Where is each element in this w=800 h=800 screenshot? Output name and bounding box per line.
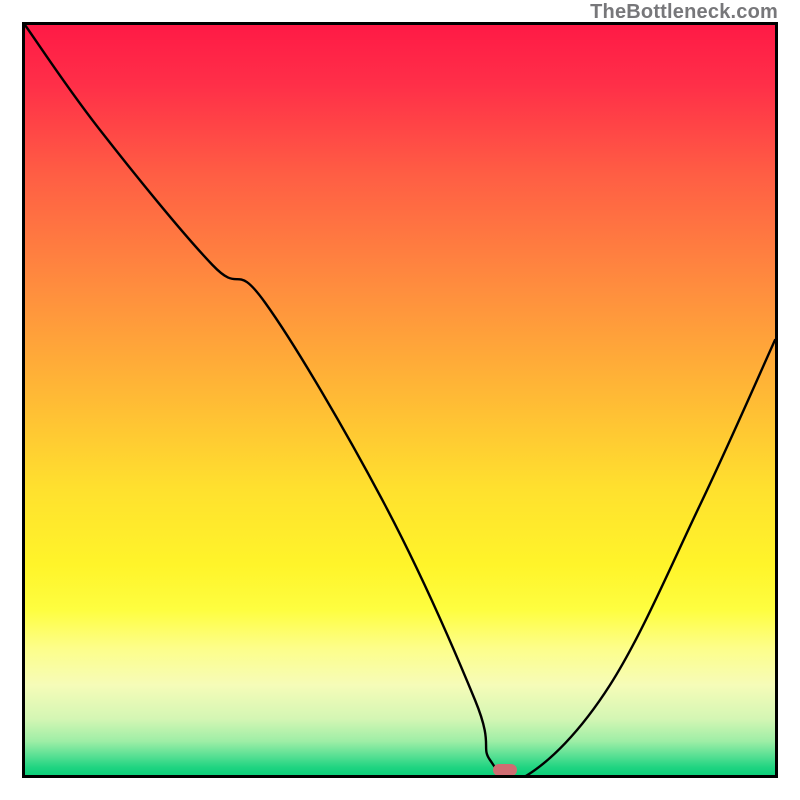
bottleneck-curve [25,25,775,775]
plot-area [22,22,778,778]
bottleneck-chart: TheBottleneck.com [0,0,800,800]
attribution-label: TheBottleneck.com [590,1,778,24]
minimum-marker [493,764,517,776]
